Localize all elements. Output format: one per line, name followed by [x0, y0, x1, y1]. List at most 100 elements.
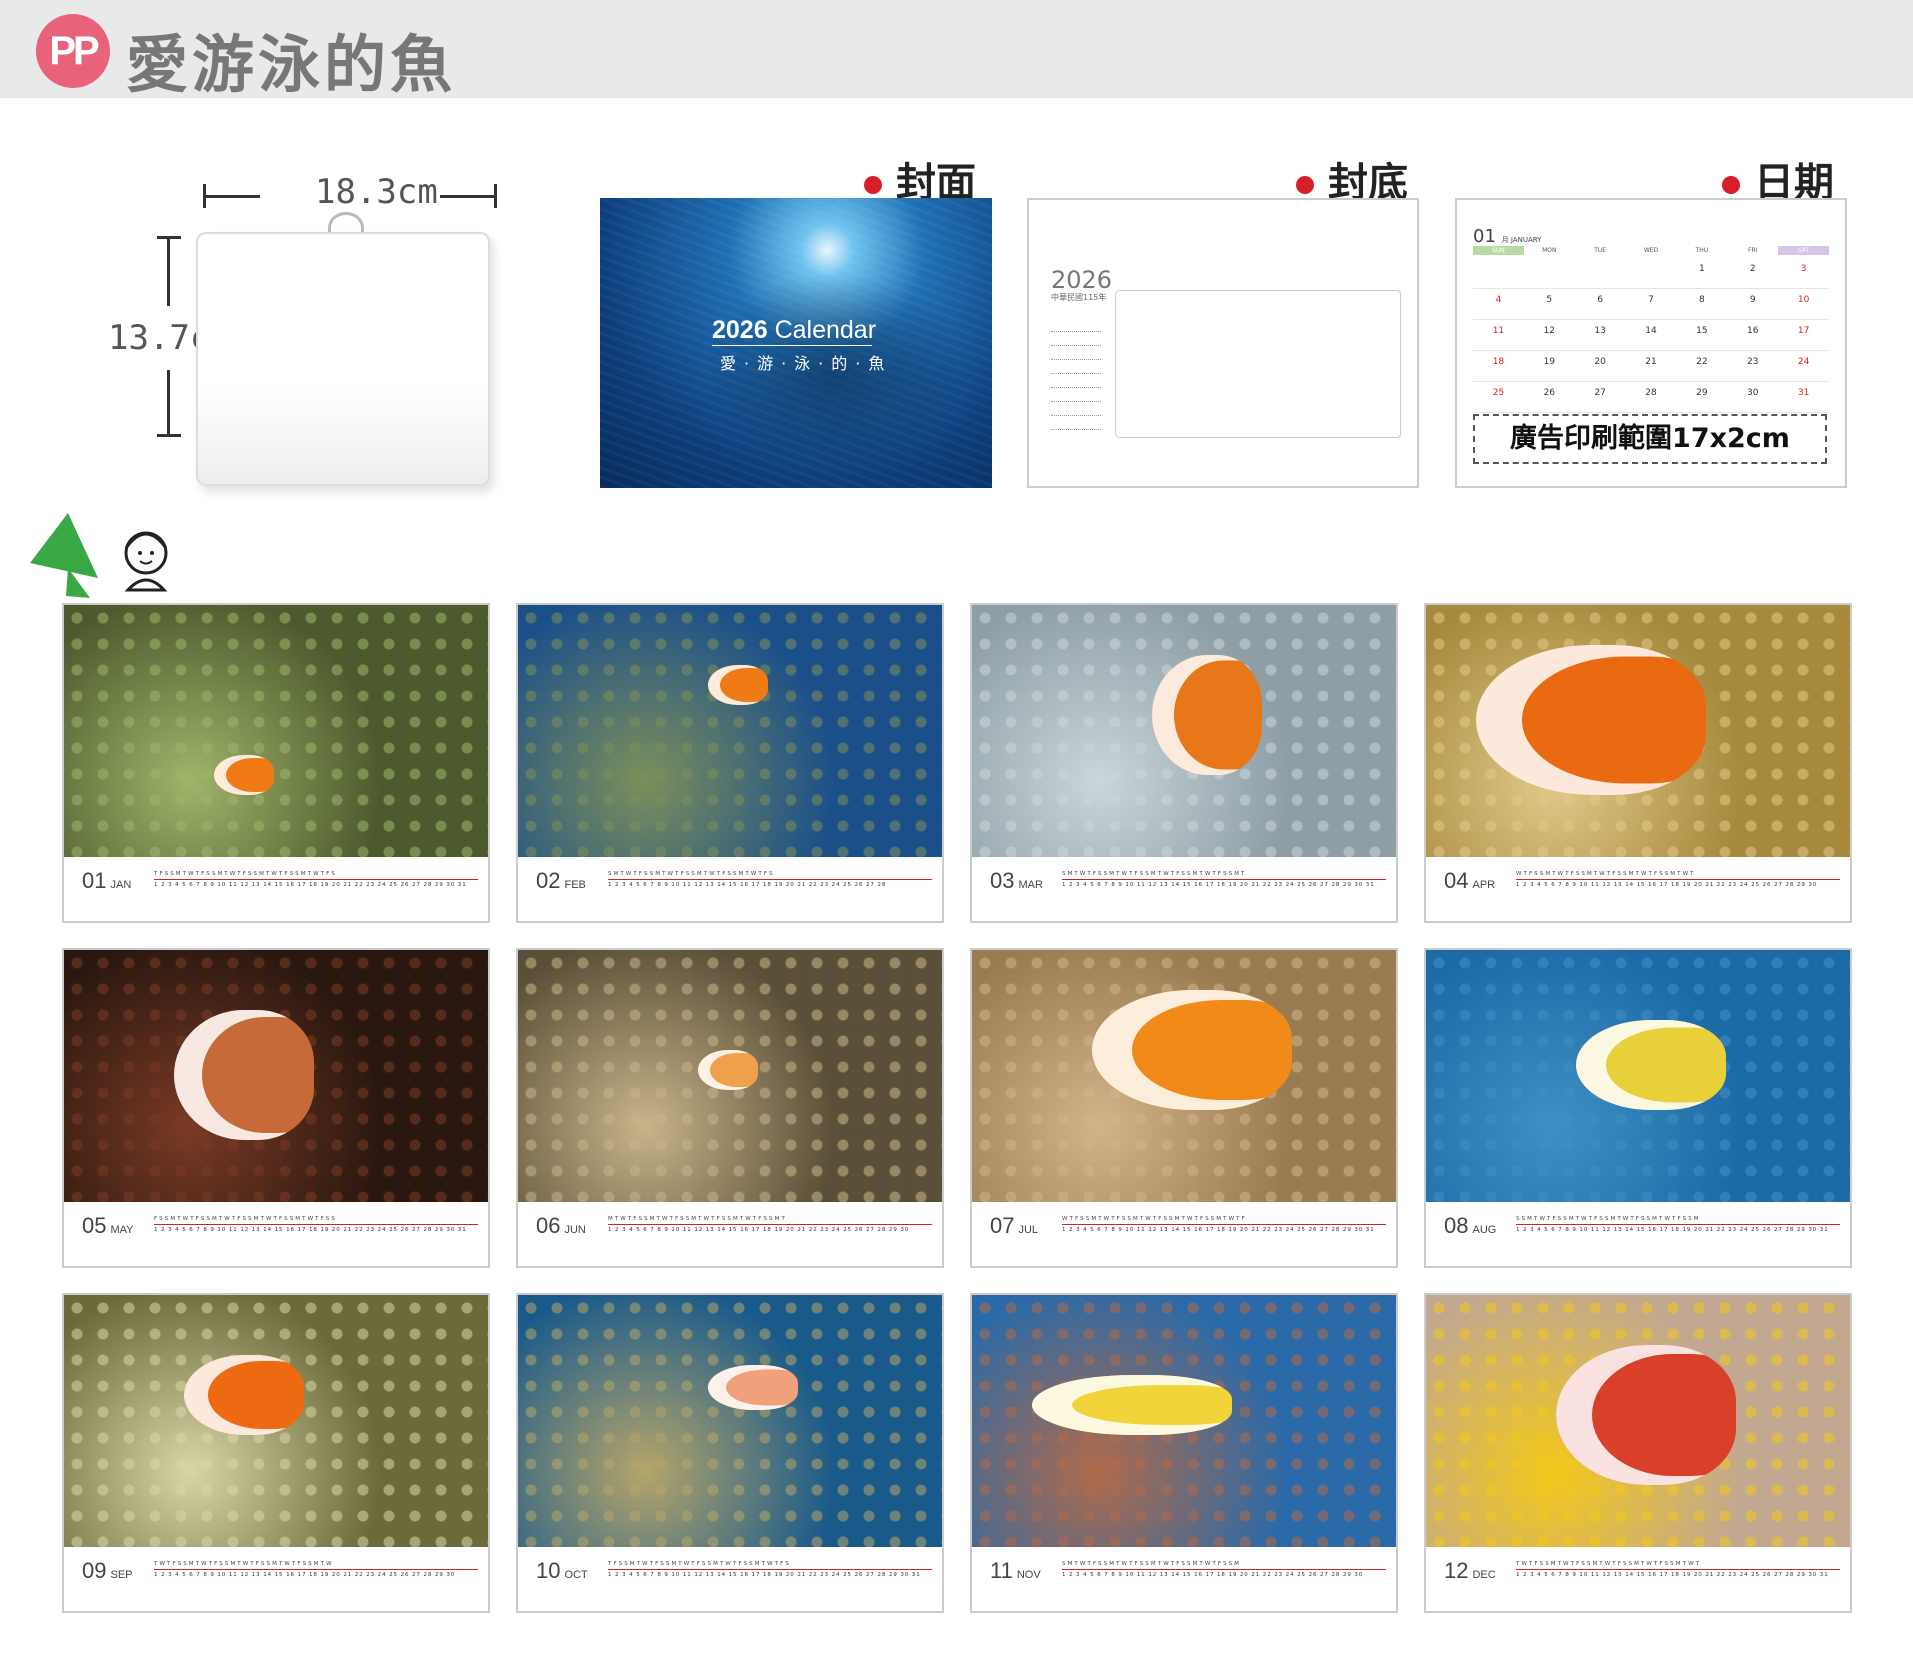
fish-shape	[184, 1355, 304, 1435]
weekday-strip: WTFSSMTWTFSSMTWTFSSMTWTFSSMTWT	[1516, 871, 1696, 877]
date-cell: 1	[1699, 264, 1705, 274]
month-number: 05 MAY	[82, 1213, 134, 1239]
day-strip: TFSSMTWTFSSMTWTFSSMTWTFSSMTWTFS 1 2 3 4 5…	[154, 871, 478, 891]
month-card-may: 05 MAY FSSMTWTFSSMTWTFSSMTWTFSSMTWTFSS 1 2 …	[62, 948, 490, 1268]
weekday-label: TUE	[1594, 247, 1607, 254]
date-cell	[1524, 258, 1575, 288]
month-abbr: OCT	[564, 1569, 588, 1581]
date-cell: 18	[1492, 357, 1505, 367]
month-photo	[518, 1295, 942, 1547]
date-strip: 1 2 3 4 5 6 7 8 9 10 11 12 13 14 15 16 1…	[154, 879, 478, 888]
month-num-text: 08	[1444, 1213, 1469, 1238]
month-card-jun: 06 JUN MTWTFSSMTWTFSSMTWTFSSMTWTFSSMT 1 2 3…	[516, 948, 944, 1268]
month-num-text: 11	[990, 1558, 1013, 1583]
back-roc-year: 中華民國115年	[1051, 293, 1107, 302]
cover-title: 2026 Calendar	[712, 316, 877, 344]
month-photo	[64, 605, 488, 857]
height-tick-bottom	[157, 434, 181, 437]
weekday-strip: SSMTWTFSSMTWTFSSMTWTFSSMTWTFSSM	[1516, 1216, 1701, 1222]
month-card-apr: 04 APR WTFSSMTWTFSSMTWTFSSMTWTFSSMTWT 1 2 3…	[1424, 603, 1852, 923]
back-dotted-lines	[1051, 318, 1101, 430]
month-number: 07 JUL	[990, 1213, 1038, 1239]
month-photo	[972, 950, 1396, 1202]
date-cell: 30	[1747, 388, 1759, 398]
month-number: 04 APR	[1444, 868, 1495, 894]
month-photo	[972, 1295, 1396, 1547]
day-strip: FSSMTWTFSSMTWTFSSMTWTFSSMTWTFSS 1 2 3 4 5…	[154, 1216, 478, 1236]
date-row: 18 19 20 21 22 23 24	[1473, 351, 1829, 382]
date-cell	[1473, 258, 1524, 288]
month-photo	[1426, 950, 1850, 1202]
month-abbr: SEP	[110, 1569, 133, 1581]
month-card-aug: 08 AUG SSMTWTFSSMTWTFSSMTWTFSSMTWTFSSM 1 2 …	[1424, 948, 1852, 1268]
month-number: 11 NOV	[990, 1558, 1041, 1584]
width-line-right	[440, 195, 495, 198]
width-tick-left	[203, 184, 206, 208]
cover-preview: 2026 Calendar 愛·游·泳·的·魚	[600, 198, 992, 488]
month-number: 03 MAR	[990, 868, 1043, 894]
doodle-tree-girl-icon	[30, 513, 168, 598]
weekday-strip: SMTWTFSSMTWTFSSMTWTFSSMTWTFSSMT	[1062, 871, 1247, 877]
date-strip: 1 2 3 4 5 6 7 8 9 10 11 12 13 14 15 16 1…	[1516, 879, 1840, 888]
month-abbr: FEB	[564, 879, 586, 891]
date-cell: 7	[1648, 295, 1654, 305]
day-strip: WTFSSMTWTFSSMTWTFSSMTWTFSSMTWTF 1 2 3 4 5…	[1062, 1216, 1386, 1236]
date-cell: 3	[1800, 264, 1807, 274]
month-card-sep: 09 SEP TWTFSSMTWTFSSMTWTFSSMTWTFSSMTW 1 2 3…	[62, 1293, 490, 1613]
month-photo	[64, 950, 488, 1202]
date-cell: 16	[1747, 326, 1759, 336]
fish-shape	[1476, 645, 1706, 795]
fish-shape	[1032, 1375, 1232, 1435]
weekday-label: SAT	[1778, 246, 1830, 255]
date-cell: 17	[1797, 326, 1810, 336]
date-preview: 01 月 JANUARY SUN MON TUE WED THU FRI SAT 12345…	[1455, 198, 1847, 488]
month-photo	[518, 605, 942, 857]
weekday-strip: TFSSMTWTFSSMTWTFSSMTWTFSSMTWTFS	[608, 1561, 791, 1567]
weekday-label: WED	[1643, 247, 1659, 254]
photo-texture	[518, 1295, 942, 1547]
month-abbr: DEC	[1472, 1569, 1496, 1581]
photo-texture	[64, 605, 488, 857]
date-row: 1 2 3	[1473, 258, 1829, 289]
weekday-header: SUN MON TUE WED THU FRI SAT	[1473, 246, 1830, 255]
month-num-text: 09	[82, 1558, 107, 1583]
height-line-top	[167, 236, 170, 306]
fish-shape	[1556, 1345, 1736, 1485]
date-strip: 1 2 3 4 5 6 7 8 9 10 11 12 13 14 15 16 1…	[608, 1569, 932, 1578]
date-cell: 25	[1492, 388, 1505, 398]
day-strip: SSMTWTFSSMTWTFSSMTWTFSSMTWTFSSM 1 2 3 4 5…	[1516, 1216, 1840, 1236]
date-cell: 14	[1645, 326, 1657, 336]
day-strip: SMTWTFSSMTWTFSSMTWTFSSMTWTFSSM 1 2 3 4 5 …	[1062, 1561, 1386, 1581]
month-card-oct: 10 OCT TFSSMTWTFSSMTWTFSSMTWTFSSMTWTFS 1 2 …	[516, 1293, 944, 1613]
fish-shape	[708, 665, 768, 705]
weekday-strip: WTFSSMTWTFSSMTWTFSSMTWTFSSMTWTF	[1062, 1216, 1247, 1222]
date-cell: 23	[1747, 357, 1759, 367]
date-cell: 24	[1797, 357, 1810, 367]
photo-texture	[518, 605, 942, 857]
month-number: 10 OCT	[536, 1558, 588, 1584]
month-number: 12 DEC	[1444, 1558, 1496, 1584]
month-card-dec: 12 DEC TWTFSSMTWTFSSMTWTFSSMTWTFSSMTWT 1 2 …	[1424, 1293, 1852, 1613]
date-strip: 1 2 3 4 5 6 7 8 9 10 11 12 13 14 15 16 1…	[154, 1224, 478, 1233]
weekday-label: THU	[1695, 247, 1709, 254]
month-num-text: 07	[990, 1213, 1015, 1238]
month-num-text: 10	[536, 1558, 561, 1583]
cover-divider	[712, 345, 872, 346]
back-year: 2026	[1051, 266, 1113, 294]
date-cell: 26	[1543, 388, 1556, 398]
month-number: 06 JUN	[536, 1213, 586, 1239]
month-card-jan: 01 JAN TFSSMTWTFSSMTWTFSSMTWTFSSMTWTFS 1 2 …	[62, 603, 490, 923]
back-ad-box	[1115, 290, 1401, 438]
date-row: 11 12 13 14 15 16 17	[1473, 320, 1829, 351]
month-abbr: APR	[1472, 879, 1496, 891]
month-num-text: 02	[536, 868, 561, 893]
width-label: 18.3cm	[315, 172, 438, 212]
weekday-strip: TWTFSSMTWTFSSMTWTFSSMTWTFSSMTW	[154, 1561, 334, 1567]
weekday-strip: TWTFSSMTWTFSSMTWTFSSMTWTFSSMTWT	[1516, 1561, 1702, 1567]
weekday-strip: TFSSMTWTFSSMTWTFSSMTWTFSSMTWTFS	[154, 871, 337, 877]
day-strip: MTWTFSSMTWTFSSMTWTFSSMTWTFSSMT 1 2 3 4 5 …	[608, 1216, 932, 1236]
date-cell: 13	[1594, 326, 1606, 336]
weekday-label: MON	[1542, 247, 1557, 254]
month-card-nov: 11 NOV SMTWTFSSMTWTFSSMTWTFSSMTWTFSSM 1 2 3…	[970, 1293, 1398, 1613]
date-cell	[1626, 258, 1677, 288]
